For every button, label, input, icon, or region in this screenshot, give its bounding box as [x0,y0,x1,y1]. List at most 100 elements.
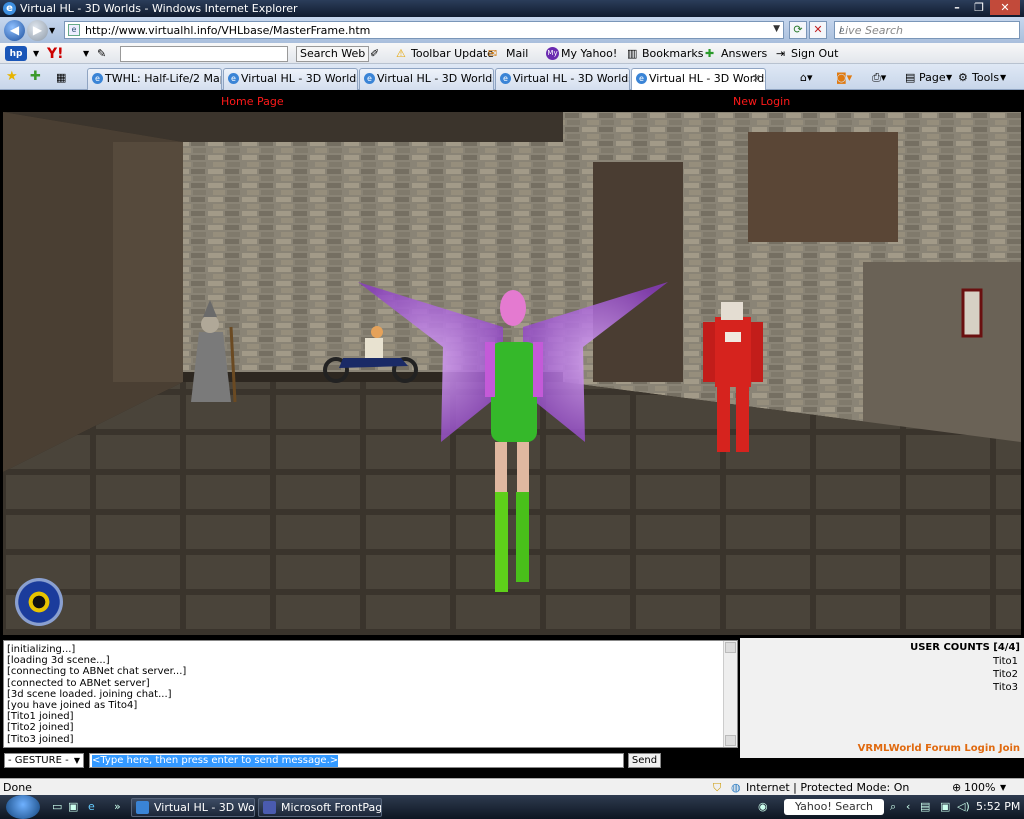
close-button[interactable]: ✕ [990,0,1020,15]
chat-scrollbar[interactable] [723,641,737,747]
chat-line: [loading 3d scene...] [7,655,110,667]
taskbar-item-label: Virtual HL - 3D Worl... [154,801,255,814]
zoom-dropdown-icon[interactable]: ▼ [1000,783,1006,792]
window-title-bar: e Virtual HL - 3D Worlds - Windows Inter… [0,0,1024,17]
yahoo-search-box[interactable]: Yahoo! Search [784,799,884,815]
chat-log[interactable]: [initializing...] [loading 3d scene...] … [3,640,738,748]
pencil-icon[interactable]: ✎ [97,46,106,62]
history-dropdown-icon[interactable]: ▼ [49,23,55,39]
tab-label: Virtual HL - 3D Worlds [377,72,494,85]
forward-arrow-icon[interactable]: ▶ [27,20,48,41]
search-icon[interactable]: ⌕ [839,23,1015,37]
volume-icon[interactable]: ◁) [957,800,970,813]
favorites-star-icon[interactable]: ★ [6,69,18,85]
yahoo-logo-icon[interactable]: Y! [47,46,64,62]
tab-close-icon[interactable]: ✕ [752,69,761,89]
yahoo-dropdown-icon[interactable]: ▼ [83,46,89,62]
hp-logo-icon[interactable]: hp [5,46,27,61]
address-bar[interactable]: e http://www.virtualhl.info/VHLbase/Mast… [64,21,784,39]
monitor-icon[interactable]: ▣ [940,800,950,813]
user-item[interactable]: Tito3 [993,682,1018,693]
tray-expand-icon[interactable]: ‹ [906,800,910,813]
eraser-icon[interactable]: ✐ [370,46,379,62]
search-icon[interactable]: ⌕ [890,800,896,814]
my-yahoo-button[interactable]: My Yahoo! [561,46,617,62]
user-item[interactable]: Tito2 [993,669,1018,680]
security-zone[interactable]: Internet | Protected Mode: On [746,781,909,794]
bookmarks-button[interactable]: Bookmarks [642,46,703,62]
page-dropdown-icon[interactable]: ▼ [946,70,952,86]
sign-out-icon: ⇥ [776,47,786,60]
gesture-select-value: - GESTURE - [8,755,69,766]
scroll-up-button[interactable] [725,642,736,653]
chat-input-row: - GESTURE - ▼ <Type here, then press ent… [0,750,740,770]
sign-out-button[interactable]: Sign Out [791,46,838,62]
taskbar-item-frontpage[interactable]: Microsoft FrontPag... [258,798,382,817]
tab-virtualhl-2[interactable]: e Virtual HL - 3D Worlds [359,68,494,90]
print-icon[interactable]: ⎙▾ [872,70,886,86]
minimize-button[interactable]: – [946,0,968,15]
switch-windows-icon[interactable]: ▣ [68,800,78,813]
warning-icon: ⚠ [396,47,406,60]
add-favorites-icon[interactable]: ✚ [30,69,41,85]
shield-icon: ⛉ [713,781,722,794]
toolbar-update-button[interactable]: Toolbar Update [411,46,494,62]
search-web-button[interactable]: Search Web [296,46,370,62]
chat-line: [Tito2 joined] [7,722,74,734]
chevron-down-icon: ▼ [73,756,80,765]
page-content: Home Page New Login [initializing...] [l… [0,90,1024,778]
hp-dropdown-icon[interactable]: ▼ [33,46,39,62]
tools-dropdown-icon[interactable]: ▼ [1000,70,1006,86]
tab-label: Virtual HL - 3D Worlds [241,72,358,85]
yahoo-search-input[interactable] [120,46,288,62]
maximize-button[interactable]: ❐ [968,0,990,15]
home-icon[interactable]: ⌂▾ [800,70,813,86]
chevron-down-icon[interactable]: ▼ [773,24,780,34]
hp-tray-icon[interactable]: ◉ [758,800,768,813]
quick-tabs-icon[interactable]: ▦ [56,70,66,86]
refresh-icon[interactable]: ⟳ [789,21,807,39]
ie-quicklaunch-icon[interactable]: e [88,800,95,813]
user-counts-panel: USER COUNTS [4/4] Tito1 Tito2 Tito3 VRML… [740,638,1024,758]
mail-button[interactable]: Mail [506,46,528,62]
start-button[interactable] [6,795,40,819]
tab-virtualhl-3[interactable]: e Virtual HL - 3D Worlds [495,68,630,90]
answers-button[interactable]: Answers [721,46,767,62]
quicklaunch-expand-icon[interactable]: » [114,800,121,813]
gesture-select[interactable]: - GESTURE - ▼ [4,753,84,768]
send-button[interactable]: Send [628,753,661,768]
rss-icon[interactable]: ◙▾ [836,70,852,86]
clock[interactable]: 5:52 PM [976,800,1020,813]
stop-icon[interactable]: ✕ [809,21,827,39]
zoom-level[interactable]: 100% [964,781,995,794]
tools-menu-button[interactable]: Tools [972,70,999,86]
ie-logo-icon: e [3,2,16,15]
scroll-down-button[interactable] [725,735,736,746]
navigation-bar: ◀ ▶ ▼ e http://www.virtualhl.info/VHLbas… [0,17,1024,43]
back-arrow-icon[interactable]: ◀ [4,20,25,41]
chat-line: [Tito1 joined] [7,711,74,723]
live-search-input[interactable]: Live Search ⌕ [834,21,1020,39]
status-bar: Done ⛉ ◍ Internet | Protected Mode: On ⊕… [0,778,1024,795]
taskbar-item-ie[interactable]: Virtual HL - 3D Worl... [131,798,255,817]
3d-scene-viewport[interactable] [3,112,1021,635]
navigation-control-icon[interactable] [15,578,63,626]
tab-virtualhl-active[interactable]: e Virtual HL - 3D Worlds ✕ [631,68,766,91]
home-page-link[interactable]: Home Page [221,95,284,108]
status-text: Done [3,781,32,794]
user-item[interactable]: Tito1 [993,656,1018,667]
page-menu-button[interactable]: Page [919,70,946,86]
site-links[interactable]: VRMLWorld Forum Login Join [858,743,1020,754]
show-desktop-icon[interactable]: ▭ [52,800,62,813]
new-login-link[interactable]: New Login [733,95,790,108]
tab-label: TWHL: Half-Life/2 Mapp... [105,72,221,85]
tab-virtualhl-1[interactable]: e Virtual HL - 3D Worlds [223,68,358,90]
right-doorway [593,162,683,382]
tab-page-icon: e [500,73,511,84]
address-url: http://www.virtualhl.info/VHLbase/Master… [85,24,371,37]
tab-twhl[interactable]: e TWHL: Half-Life/2 Mapp... [87,68,222,90]
chat-line: [Tito3 joined] [7,733,74,745]
message-input[interactable]: <Type here, then press enter to send mes… [89,753,624,768]
right-wall-section [863,262,1021,452]
network-icon[interactable]: ▤ [920,800,930,813]
